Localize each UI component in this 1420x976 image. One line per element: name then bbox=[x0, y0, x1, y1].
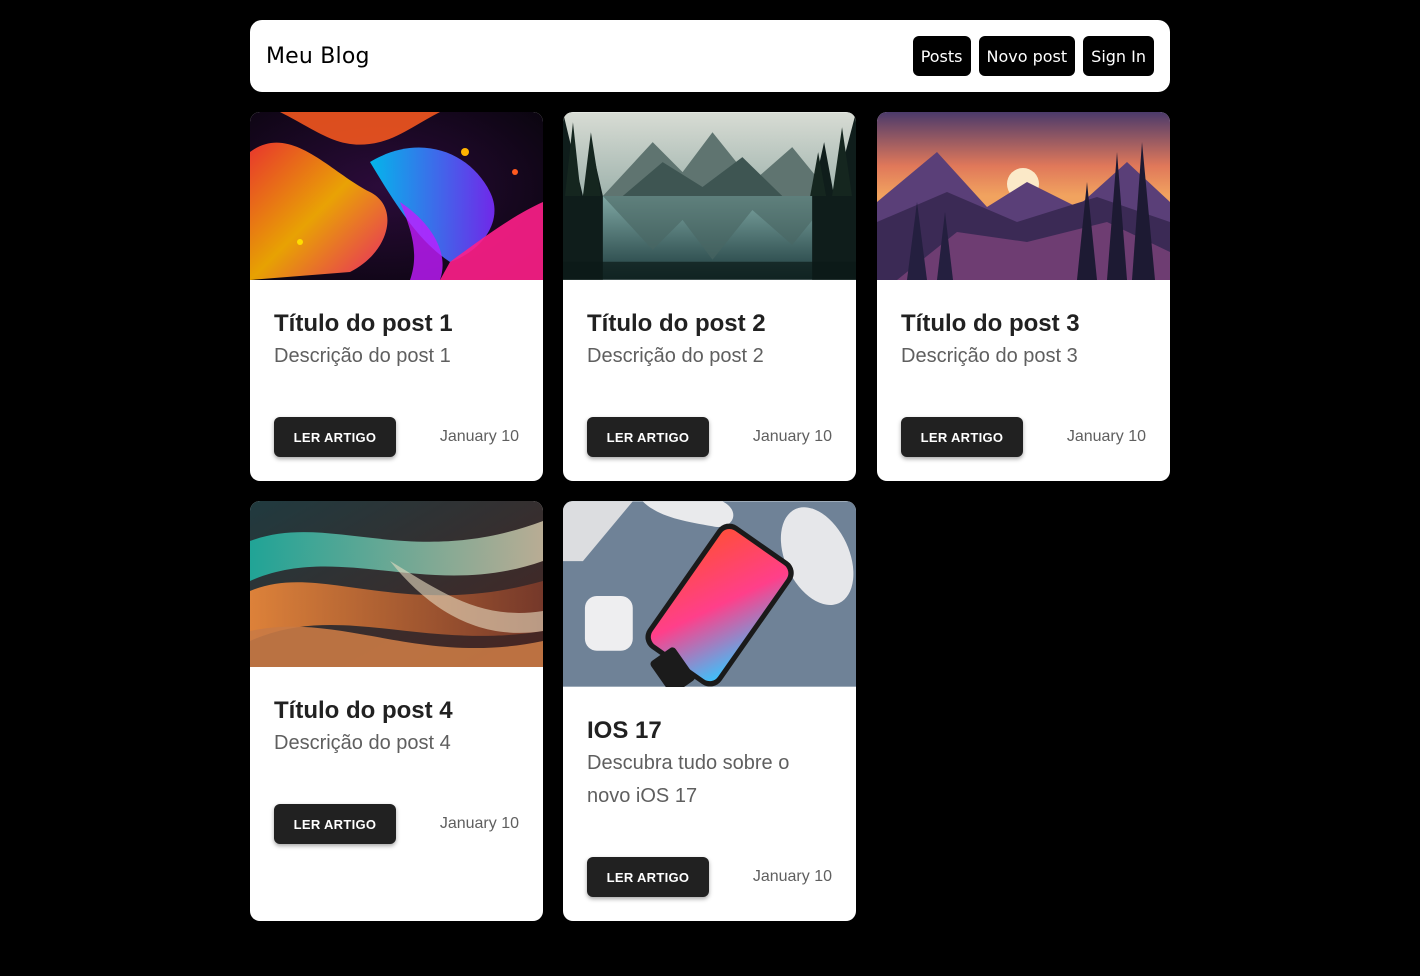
read-article-button[interactable]: LER ARTIGO bbox=[587, 857, 709, 897]
post-title: Título do post 3 bbox=[901, 310, 1080, 337]
post-description: Descrição do post 1 bbox=[274, 345, 451, 367]
post-date: January 10 bbox=[439, 815, 519, 832]
sunset-forest-illustration-image bbox=[877, 112, 1170, 280]
post-card-5: IOS 17 Descubra tudo sobre o novo iOS 17… bbox=[563, 501, 856, 921]
card-footer: LER ARTIGO January 10 bbox=[901, 417, 1146, 457]
mountain-lake-reflection-image bbox=[563, 112, 856, 280]
post-description: Descrição do post 2 bbox=[587, 345, 764, 367]
post-card-1: Título do post 1 Descrição do post 1 LER… bbox=[250, 112, 543, 481]
post-card-4: Título do post 4 Descrição do post 4 LER… bbox=[250, 501, 543, 921]
read-article-button[interactable]: LER ARTIGO bbox=[587, 417, 709, 457]
card-body: Título do post 2 Descrição do post 2 bbox=[563, 280, 856, 373]
iphone-desk-flatlay-image bbox=[563, 501, 856, 687]
card-body: Título do post 4 Descrição do post 4 bbox=[250, 667, 543, 760]
post-date: January 10 bbox=[752, 428, 832, 445]
nav-buttons: Posts Novo post Sign In bbox=[912, 36, 1154, 76]
card-footer: LER ARTIGO January 10 bbox=[587, 417, 832, 457]
post-date: January 10 bbox=[752, 868, 832, 885]
abstract-silk-waves-image bbox=[250, 501, 543, 667]
post-date: January 10 bbox=[1066, 428, 1146, 445]
sign-in-button[interactable]: Sign In bbox=[1083, 36, 1154, 76]
post-title: Título do post 4 bbox=[274, 697, 453, 724]
post-card-3: Título do post 3 Descrição do post 3 LER… bbox=[877, 112, 1170, 481]
post-description: Descubra tudo sobre o novo iOS 17 bbox=[587, 752, 790, 807]
navbar: Meu Blog Posts Novo post Sign In bbox=[250, 20, 1170, 92]
post-title: Título do post 2 bbox=[587, 310, 766, 337]
brand-title[interactable]: Meu Blog bbox=[266, 44, 370, 69]
posts-button[interactable]: Posts bbox=[912, 36, 971, 76]
post-title: IOS 17 bbox=[587, 717, 662, 744]
card-body: Título do post 3 Descrição do post 3 bbox=[877, 280, 1170, 373]
post-card-2: Título do post 2 Descrição do post 2 LER… bbox=[563, 112, 856, 481]
post-description: Descrição do post 4 bbox=[274, 732, 451, 754]
post-description: Descrição do post 3 bbox=[901, 345, 1078, 367]
read-article-button[interactable]: LER ARTIGO bbox=[901, 417, 1023, 457]
read-article-button[interactable]: LER ARTIGO bbox=[274, 417, 396, 457]
card-body: IOS 17 Descubra tudo sobre o novo iOS 17 bbox=[563, 687, 856, 813]
read-article-button[interactable]: LER ARTIGO bbox=[274, 804, 396, 844]
card-footer: LER ARTIGO January 10 bbox=[274, 417, 519, 457]
card-footer: LER ARTIGO January 10 bbox=[274, 804, 519, 844]
card-body: Título do post 1 Descrição do post 1 bbox=[250, 280, 543, 373]
post-title: Título do post 1 bbox=[274, 310, 453, 337]
new-post-button[interactable]: Novo post bbox=[978, 36, 1076, 76]
card-footer: LER ARTIGO January 10 bbox=[587, 857, 832, 897]
abstract-fluid-paint-image bbox=[250, 112, 543, 280]
post-date: January 10 bbox=[439, 428, 519, 445]
